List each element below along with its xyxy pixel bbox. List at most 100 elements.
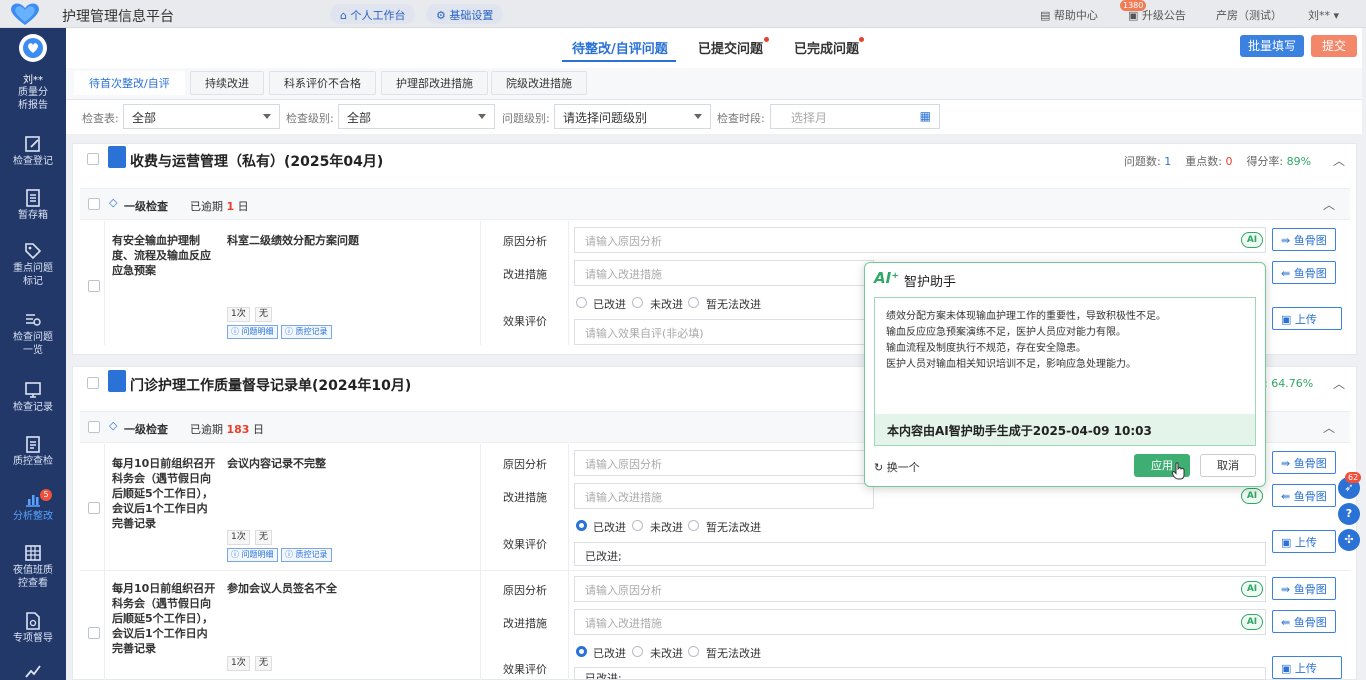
- subtab-hospital-measures[interactable]: 院级改进措施: [491, 71, 587, 95]
- submit-button[interactable]: 提交: [1311, 35, 1357, 57]
- help-center-link[interactable]: ▤ 帮助中心: [1040, 7, 1098, 23]
- sidebar-item-special-supervision[interactable]: 专项督导: [0, 612, 66, 645]
- qc-record-link[interactable]: ⓘ 质控记录: [281, 548, 332, 562]
- qc-record-link[interactable]: ⓘ 质控记录: [281, 325, 332, 339]
- subtab-continuous[interactable]: 持续改进: [190, 71, 264, 95]
- workspace-button[interactable]: ⌂ 个人工作台: [330, 4, 416, 24]
- issue-level-select[interactable]: 请选择问题级别: [554, 104, 711, 129]
- cannot-improve-radio[interactable]: [688, 520, 699, 531]
- sidebar-item-issue-overview[interactable]: 检查问题一览: [0, 311, 66, 357]
- measure-input[interactable]: 请输入改进措施: [574, 609, 1266, 635]
- gear-icon: ⚙: [436, 9, 450, 22]
- standard-text: 每月10日前组织召开科务会（遇节假日向后顺延5个工作日），会议后1个工作日内完善…: [112, 582, 216, 655]
- help-icon[interactable]: ?: [1338, 503, 1360, 525]
- ai-assist-icon[interactable]: AI: [1241, 614, 1263, 630]
- sidebar-item-qc-check[interactable]: 质控查检: [0, 435, 66, 468]
- fishbone-button[interactable]: ⇛ 鱼骨图: [1272, 451, 1336, 474]
- issue-level-label: 问题级别:: [502, 112, 550, 125]
- cannot-improve-radio[interactable]: [688, 646, 699, 657]
- detail-tag-label: 问题明细: [241, 327, 274, 336]
- improved-label: 已改进: [593, 647, 626, 660]
- refresh-button[interactable]: ↻ 换一个: [874, 459, 920, 475]
- upload-button[interactable]: ▣ 上传: [1272, 530, 1336, 553]
- sidebar-item-check-records[interactable]: 检查记录: [0, 381, 66, 414]
- not-improved-radio[interactable]: [632, 297, 643, 308]
- item-checkbox[interactable]: [88, 627, 100, 639]
- subtab-dept-unqualified[interactable]: 科系评价不合格: [269, 71, 376, 95]
- measure-input[interactable]: 请输入改进措施: [574, 483, 874, 509]
- sidebar-item-check-register[interactable]: 检查登记: [0, 135, 66, 168]
- trend-icon[interactable]: [24, 662, 42, 680]
- issue-detail-link[interactable]: ⓘ 问题明细: [227, 548, 278, 562]
- apps-icon[interactable]: ✣: [1338, 529, 1360, 551]
- cause-input[interactable]: 请输入原因分析: [574, 450, 874, 476]
- subtab-nursing-measures[interactable]: 护理部改进措施: [381, 71, 488, 95]
- chevron-up-icon[interactable]: ︿: [1323, 419, 1335, 436]
- cause-input[interactable]: 请输入原因分析: [574, 227, 1266, 253]
- sidebar-item-label: 分析整改: [13, 511, 53, 522]
- not-improved-radio[interactable]: [632, 646, 643, 657]
- card-checkbox[interactable]: [87, 153, 99, 165]
- tag-icon: ◇: [109, 419, 118, 432]
- sidebar-item-key-issues[interactable]: 重点问题标记: [0, 242, 66, 288]
- check-table-select[interactable]: 全部: [123, 104, 280, 129]
- cancel-button[interactable]: 取消: [1200, 454, 1256, 477]
- avatar[interactable]: [19, 34, 47, 62]
- effect-input[interactable]: 请输入效果自评(非必填): [574, 319, 874, 345]
- tab-completed[interactable]: 已完成问题: [794, 38, 859, 57]
- user-menu[interactable]: 刘** ▾: [1308, 7, 1339, 23]
- level-checkbox[interactable]: [88, 198, 100, 210]
- improved-radio[interactable]: [576, 646, 587, 657]
- ai-assist-icon[interactable]: AI: [1241, 581, 1263, 597]
- settings-button[interactable]: ⚙ 基础设置: [426, 4, 504, 24]
- sidebar-item-night-shift[interactable]: 夜值班质控查看: [0, 544, 66, 590]
- check-level-select[interactable]: 全部: [338, 104, 495, 129]
- fishbone-button[interactable]: ⇛ 鱼骨图: [1272, 228, 1336, 251]
- batch-fill-button[interactable]: 批量填写: [1240, 35, 1304, 57]
- sidebar-item-analysis-rectify[interactable]: 分析整改: [0, 490, 66, 523]
- tab-submitted[interactable]: 已提交问题: [698, 38, 763, 57]
- caret-down-icon: [694, 114, 702, 119]
- level-checkbox[interactable]: [88, 421, 100, 433]
- upload-button[interactable]: ▣ 上传: [1272, 307, 1342, 330]
- ai-assist-icon[interactable]: AI: [1241, 232, 1263, 248]
- sidebar-item-quality-report[interactable]: 质量分析报告: [0, 86, 66, 112]
- cannot-improve-label: 暂无法改进: [706, 521, 761, 534]
- sidebar-item-label: 夜值班质控查看: [13, 565, 53, 589]
- improved-radio[interactable]: [576, 520, 587, 531]
- fishbone-button[interactable]: ⇛ 鱼骨图: [1272, 577, 1336, 600]
- measure-input[interactable]: 请输入改进措施: [574, 260, 874, 286]
- chevron-up-icon[interactable]: ︿: [1333, 152, 1345, 169]
- upload-button[interactable]: ▣ 上传: [1272, 656, 1342, 679]
- workspace-label: 个人工作台: [350, 9, 406, 22]
- notice-link[interactable]: ▣ 升级公告: [1128, 7, 1186, 23]
- chevron-up-icon[interactable]: ︿: [1323, 196, 1335, 213]
- arrow-left-icon: ⇚: [1281, 490, 1294, 503]
- subtab-first-rectify[interactable]: 待首次整改/自评: [74, 71, 185, 95]
- fishbone-button[interactable]: ⇚ 鱼骨图: [1272, 610, 1336, 633]
- home-icon: ⌂: [340, 9, 351, 22]
- not-improved-radio[interactable]: [632, 520, 643, 531]
- card-checkbox[interactable]: [87, 377, 99, 389]
- effect-input[interactable]: 已改进;: [574, 542, 1266, 566]
- item-checkbox[interactable]: [88, 280, 100, 292]
- tab-pending[interactable]: 待整改/自评问题: [572, 38, 668, 57]
- caret-down-icon: [263, 114, 271, 119]
- fishbone-button[interactable]: ⇚ 鱼骨图: [1272, 484, 1336, 507]
- ai-line: 医护人员对输血相关知识培训不足，影响应急处理能力。: [886, 359, 1136, 370]
- fishbone-button[interactable]: ⇚ 鱼骨图: [1272, 261, 1336, 284]
- check-period-picker[interactable]: 选择月 ▦: [770, 104, 940, 129]
- ai-assist-icon[interactable]: AI: [1241, 488, 1263, 504]
- improved-radio[interactable]: [576, 297, 587, 308]
- image-icon: ▣: [1281, 536, 1295, 549]
- sidebar-item-draft-box[interactable]: 暂存箱: [0, 189, 66, 222]
- cannot-improve-radio[interactable]: [688, 297, 699, 308]
- item-checkbox[interactable]: [88, 502, 100, 514]
- sidebar-item-label: 质控查检: [13, 456, 53, 467]
- cause-input[interactable]: 请输入原因分析: [574, 576, 1266, 602]
- chevron-up-icon[interactable]: ︿: [1333, 375, 1345, 392]
- grid-table-icon: [25, 545, 41, 561]
- effect-input[interactable]: 已改进;: [574, 667, 1266, 680]
- department-selector[interactable]: 产房（测试）: [1216, 7, 1282, 23]
- issue-detail-link[interactable]: ⓘ 问题明细: [227, 325, 278, 339]
